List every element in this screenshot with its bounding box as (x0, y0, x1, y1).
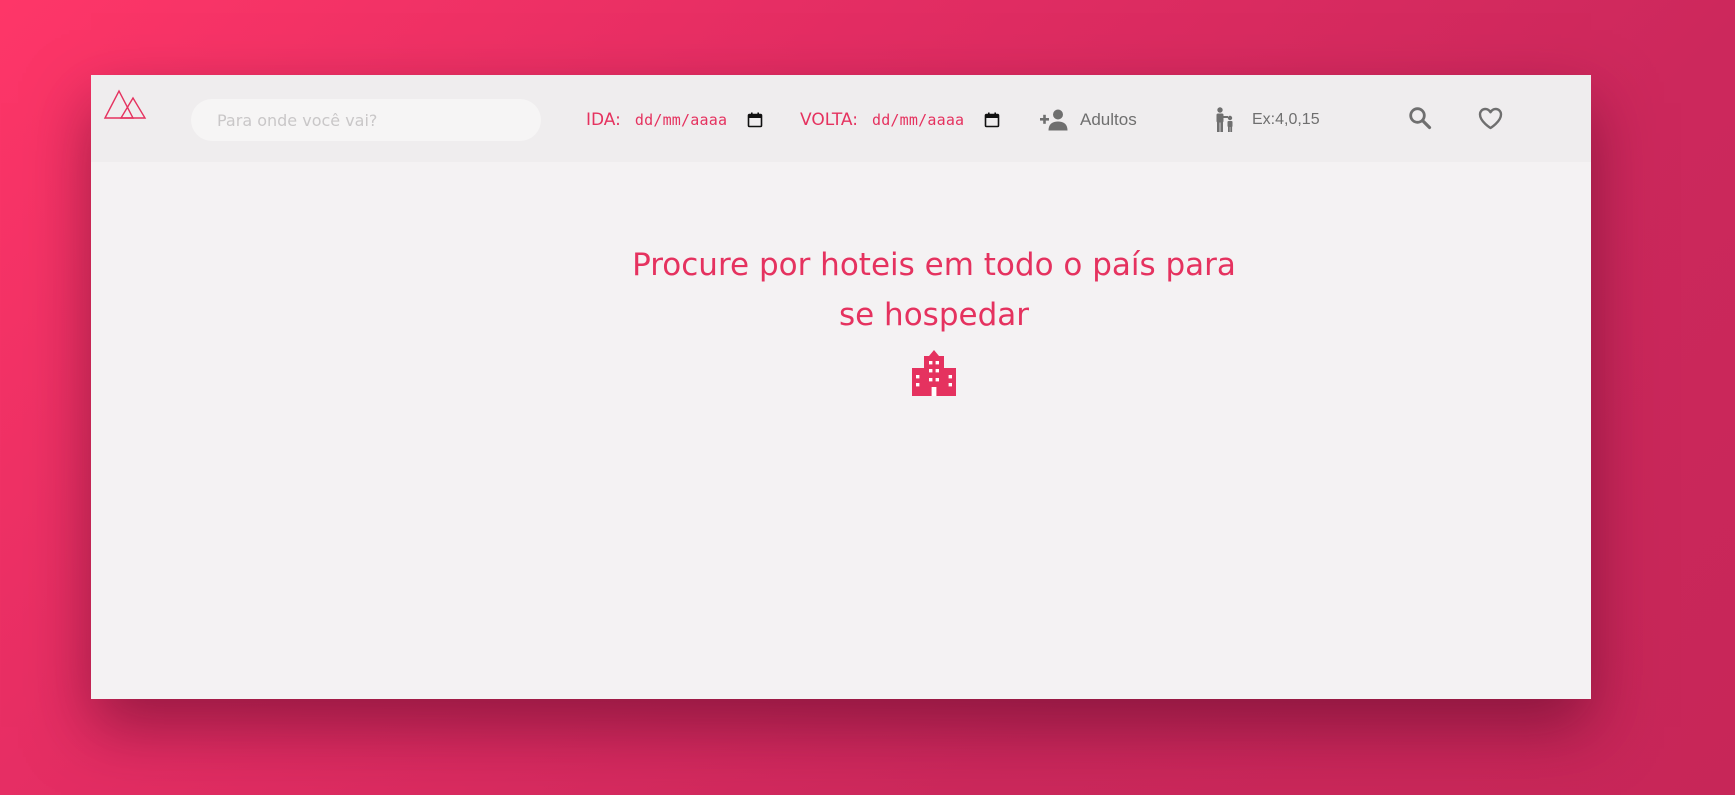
app-window: IDA: dd/mm/aaaa VOLTA: dd/mm/aaaa (91, 75, 1591, 699)
empty-state-title: Procure por hoteis em todo o país para s… (632, 247, 1236, 333)
return-date-field[interactable]: VOLTA: dd/mm/aaaa (800, 103, 1000, 137)
departure-date-field[interactable]: IDA: dd/mm/aaaa (586, 103, 763, 137)
return-label: VOLTA: (800, 110, 858, 130)
empty-state: Procure por hoteis em todo o país para s… (611, 240, 1257, 396)
search-icon (1409, 107, 1432, 130)
heart-icon (1478, 107, 1502, 129)
departure-label: IDA: (586, 110, 621, 130)
header-bar: IDA: dd/mm/aaaa VOLTA: dd/mm/aaaa (91, 75, 1591, 162)
destination-search-input[interactable] (191, 99, 541, 141)
adults-label: Adultos (1080, 110, 1137, 129)
children-ages-field[interactable]: Ex:4,0,15 (1214, 103, 1320, 137)
logo-mountain-icon[interactable] (103, 88, 147, 120)
favorites-button[interactable] (1476, 104, 1504, 132)
parent-child-icon (1216, 107, 1233, 132)
departure-date-value[interactable]: dd/mm/aaaa (635, 111, 727, 129)
calendar-icon[interactable] (984, 112, 1000, 128)
hotel-building-icon (912, 350, 956, 396)
calendar-icon[interactable] (747, 112, 763, 128)
children-ages-placeholder[interactable]: Ex:4,0,15 (1252, 111, 1320, 129)
adults-field[interactable]: Adultos (1040, 103, 1137, 137)
add-person-icon (1040, 109, 1068, 131)
return-date-value[interactable]: dd/mm/aaaa (872, 111, 964, 129)
search-button[interactable] (1406, 104, 1434, 132)
